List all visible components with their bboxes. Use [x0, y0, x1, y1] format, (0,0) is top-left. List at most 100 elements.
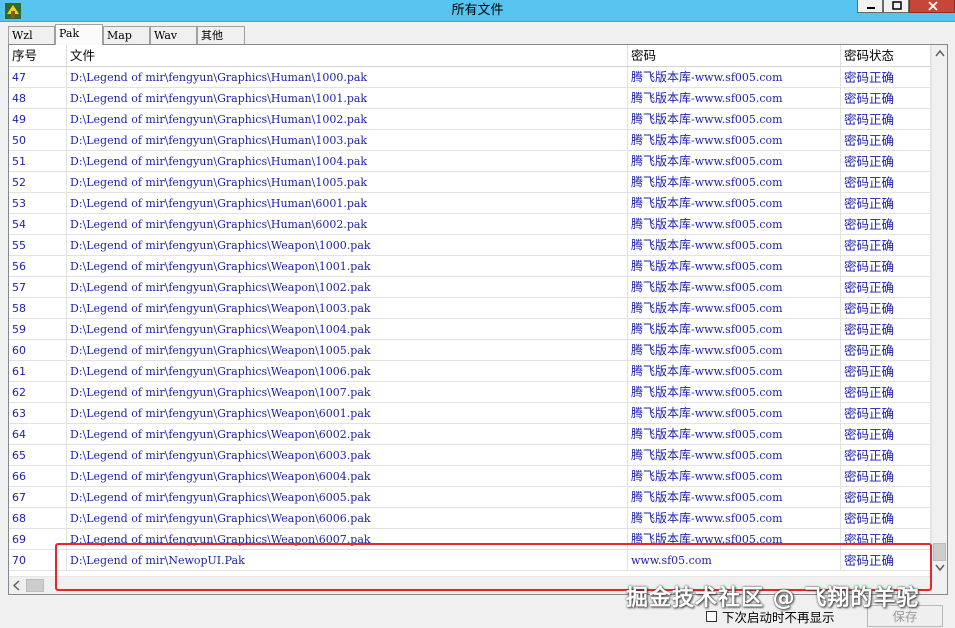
- row-index: 65: [9, 445, 67, 465]
- row-index: 63: [9, 403, 67, 423]
- row-password: 腾飞版本库-www.sf005.com: [628, 403, 841, 423]
- table-row[interactable]: 60 D:\Legend of mir\fengyun\Graphics\Weap…: [9, 340, 931, 361]
- row-index: 59: [9, 319, 67, 339]
- window-title: 所有文件: [451, 3, 504, 18]
- row-password-url: -www.sf005.com: [691, 470, 783, 483]
- table-row[interactable]: 51 D:\Legend of mir\fengyun\Graphics\Huma…: [9, 151, 931, 172]
- table-row[interactable]: 63 D:\Legend of mir\fengyun\Graphics\Weap…: [9, 403, 931, 424]
- row-index: 68: [9, 508, 67, 528]
- row-password-cn: 腾飞版本库: [631, 112, 692, 126]
- table-row[interactable]: 55 D:\Legend of mir\fengyun\Graphics\Weap…: [9, 235, 931, 256]
- row-password-cn: 腾飞版本库: [631, 301, 692, 315]
- row-password-cn: 腾飞版本库: [631, 133, 692, 147]
- row-password-cn: 腾飞版本库: [631, 448, 692, 462]
- column-header-index[interactable]: 序号: [9, 45, 67, 66]
- table-row[interactable]: 53 D:\Legend of mir\fengyun\Graphics\Huma…: [9, 193, 931, 214]
- tab-other[interactable]: 其他: [197, 26, 245, 44]
- close-button[interactable]: [909, 0, 955, 13]
- table-row[interactable]: 68 D:\Legend of mir\fengyun\Graphics\Weap…: [9, 508, 931, 529]
- table-row[interactable]: 57 D:\Legend of mir\fengyun\Graphics\Weap…: [9, 277, 931, 298]
- table-row[interactable]: 47 D:\Legend of mir\fengyun\Graphics\Huma…: [9, 67, 931, 88]
- table-row[interactable]: 58 D:\Legend of mir\fengyun\Graphics\Weap…: [9, 298, 931, 319]
- tab-pak[interactable]: Pak: [55, 24, 103, 45]
- row-password: 腾飞版本库-www.sf005.com: [628, 193, 841, 213]
- row-index: 58: [9, 298, 67, 318]
- table-row[interactable]: 56 D:\Legend of mir\fengyun\Graphics\Weap…: [9, 256, 931, 277]
- scroll-up-button[interactable]: [932, 45, 947, 62]
- tab-map[interactable]: Map: [103, 26, 150, 44]
- row-file-path: D:\Legend of mir\fengyun\Graphics\Weapon…: [67, 403, 628, 423]
- row-password: 腾飞版本库-www.sf005.com: [628, 88, 841, 108]
- table-row[interactable]: 69 D:\Legend of mir\fengyun\Graphics\Weap…: [9, 529, 931, 550]
- row-index: 52: [9, 172, 67, 192]
- row-password-url: -www.sf005.com: [691, 197, 783, 210]
- table-row[interactable]: 59 D:\Legend of mir\fengyun\Graphics\Weap…: [9, 319, 931, 340]
- row-password: 腾飞版本库-www.sf005.com: [628, 214, 841, 234]
- row-file-path: D:\Legend of mir\fengyun\Graphics\Human\…: [67, 109, 628, 129]
- table-row[interactable]: 50 D:\Legend of mir\fengyun\Graphics\Huma…: [9, 130, 931, 151]
- title-bar[interactable]: 所有文件: [0, 0, 955, 22]
- row-password-cn: 腾飞版本库: [631, 490, 692, 504]
- row-password-status: 密码正确: [841, 319, 931, 339]
- table-row[interactable]: 70 D:\Legend of mir\NewopUI.Pak www.sf05.c…: [9, 550, 931, 571]
- horizontal-scroll-thumb[interactable]: [26, 579, 44, 592]
- row-file-path: D:\Legend of mir\fengyun\Graphics\Human\…: [67, 193, 628, 213]
- dont-show-again-checkbox[interactable]: [706, 611, 717, 622]
- row-password: 腾飞版本库-www.sf005.com: [628, 466, 841, 486]
- row-password-status: 密码正确: [841, 88, 931, 108]
- watermark: 掘金技术社区 @ 飞翔的羊驼: [626, 586, 920, 611]
- row-password-status: 密码正确: [841, 550, 931, 570]
- column-header-file[interactable]: 文件: [67, 45, 628, 66]
- tab-wav[interactable]: Wav: [150, 26, 197, 44]
- row-index: 60: [9, 340, 67, 360]
- minimize-button[interactable]: [857, 0, 883, 13]
- table-row[interactable]: 62 D:\Legend of mir\fengyun\Graphics\Weap…: [9, 382, 931, 403]
- row-index: 64: [9, 424, 67, 444]
- row-password: 腾飞版本库-www.sf005.com: [628, 151, 841, 171]
- row-file-path: D:\Legend of mir\fengyun\Graphics\Weapon…: [67, 298, 628, 318]
- row-password-cn: 腾飞版本库: [631, 511, 692, 525]
- table-row[interactable]: 54 D:\Legend of mir\fengyun\Graphics\Huma…: [9, 214, 931, 235]
- vertical-scrollbar[interactable]: [931, 45, 947, 576]
- scroll-down-button[interactable]: [932, 559, 947, 576]
- table-row[interactable]: 61 D:\Legend of mir\fengyun\Graphics\Weap…: [9, 361, 931, 382]
- row-index: 48: [9, 88, 67, 108]
- table-row[interactable]: 49 D:\Legend of mir\fengyun\Graphics\Huma…: [9, 109, 931, 130]
- row-password-status: 密码正确: [841, 67, 931, 87]
- maximize-button[interactable]: [883, 0, 909, 13]
- row-password-cn: 腾飞版本库: [631, 532, 692, 546]
- row-password-status: 密码正确: [841, 403, 931, 423]
- file-list[interactable]: 序号 文件 密码 密码状态 47 D:\Legend of mir\fengyun…: [8, 44, 948, 595]
- column-header-password[interactable]: 密码: [628, 45, 841, 66]
- row-password-url: -www.sf005.com: [691, 92, 783, 105]
- row-password-url: -www.sf005.com: [691, 386, 783, 399]
- table-row[interactable]: 65 D:\Legend of mir\fengyun\Graphics\Weap…: [9, 445, 931, 466]
- row-password-status: 密码正确: [841, 256, 931, 276]
- row-password-status: 密码正确: [841, 298, 931, 318]
- row-index: 67: [9, 487, 67, 507]
- scroll-left-button[interactable]: [9, 577, 25, 594]
- row-password-url: -www.sf005.com: [691, 533, 783, 546]
- list-header: 序号 文件 密码 密码状态: [9, 45, 931, 67]
- row-file-path: D:\Legend of mir\fengyun\Graphics\Weapon…: [67, 424, 628, 444]
- column-header-password-status[interactable]: 密码状态: [841, 45, 931, 66]
- table-row[interactable]: 67 D:\Legend of mir\fengyun\Graphics\Weap…: [9, 487, 931, 508]
- row-password-cn: 腾飞版本库: [631, 238, 692, 252]
- table-row[interactable]: 48 D:\Legend of mir\fengyun\Graphics\Huma…: [9, 88, 931, 109]
- row-password-cn: 腾飞版本库: [631, 175, 692, 189]
- row-password: 腾飞版本库-www.sf005.com: [628, 130, 841, 150]
- table-row[interactable]: 64 D:\Legend of mir\fengyun\Graphics\Weap…: [9, 424, 931, 445]
- row-password: 腾飞版本库-www.sf005.com: [628, 67, 841, 87]
- tab-wzl[interactable]: Wzl: [8, 26, 55, 44]
- row-password: 腾飞版本库-www.sf005.com: [628, 445, 841, 465]
- row-password: 腾飞版本库-www.sf005.com: [628, 256, 841, 276]
- row-password: 腾飞版本库-www.sf005.com: [628, 277, 841, 297]
- row-password-cn: 腾飞版本库: [631, 343, 692, 357]
- row-password-status: 密码正确: [841, 529, 931, 549]
- row-password-status: 密码正确: [841, 172, 931, 192]
- row-password-cn: 腾飞版本库: [631, 385, 692, 399]
- row-password-status: 密码正确: [841, 130, 931, 150]
- table-row[interactable]: 66 D:\Legend of mir\fengyun\Graphics\Weap…: [9, 466, 931, 487]
- table-row[interactable]: 52 D:\Legend of mir\fengyun\Graphics\Huma…: [9, 172, 931, 193]
- row-password-url: -www.sf005.com: [691, 113, 783, 126]
